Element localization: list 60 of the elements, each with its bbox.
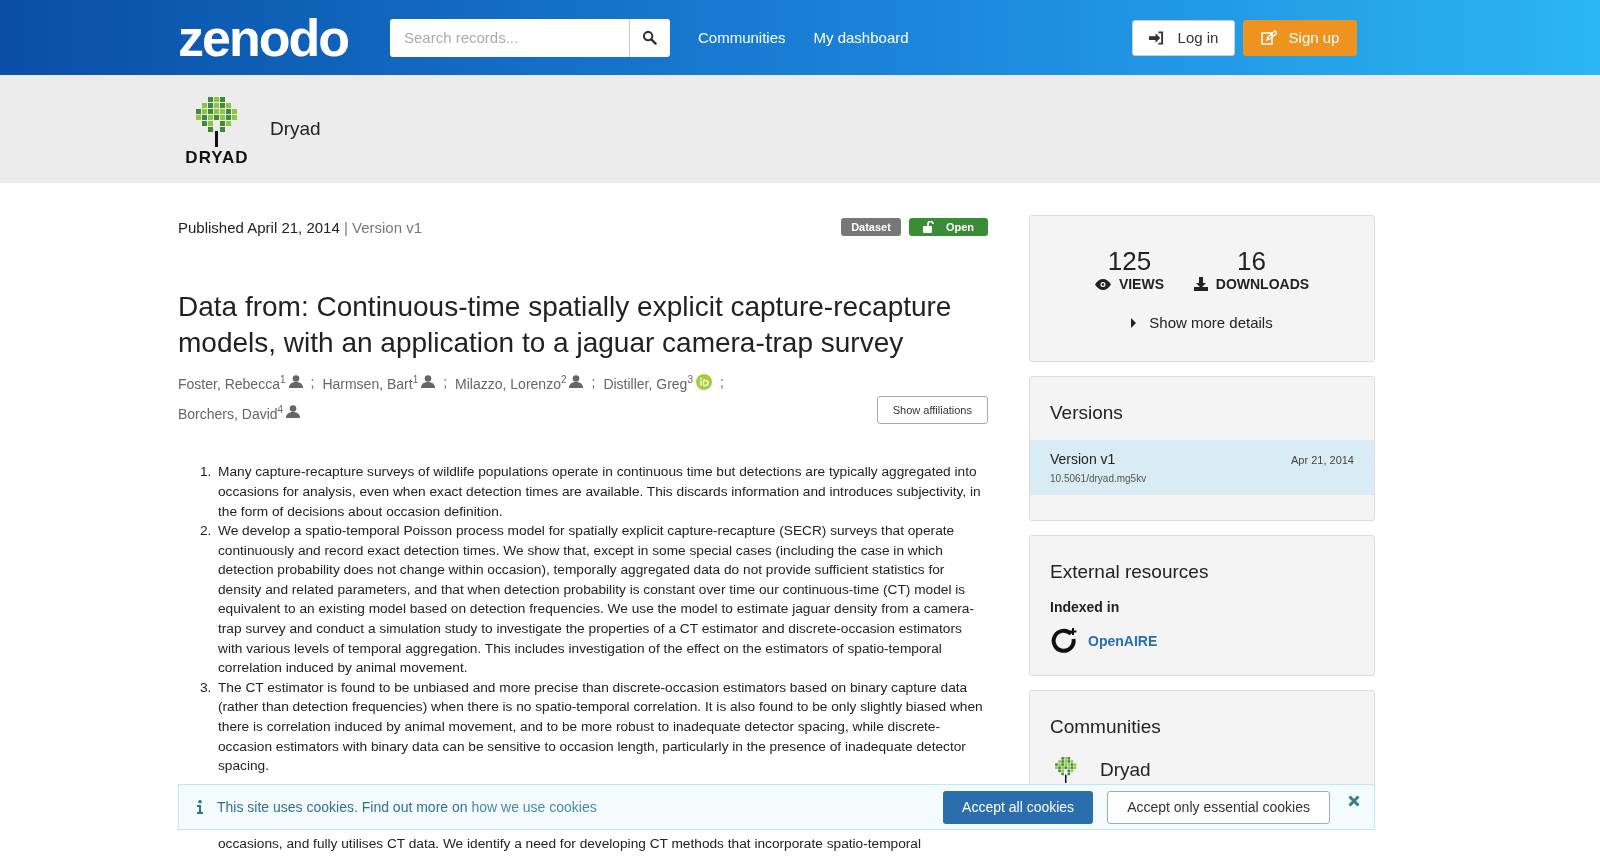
search-button[interactable]	[629, 18, 670, 57]
login-button[interactable]: Log in	[1132, 19, 1235, 56]
abstract-paragraph: occasions, and fully utilises CT data. We identify a need for developing CT methods that incorporate spatio-temporal	[218, 834, 922, 853]
show-more-details-link[interactable]: Show more details	[1050, 314, 1354, 331]
dryad-logo[interactable]: DRYAD	[178, 92, 256, 166]
author-name[interactable]: Distiller, Greg$^{3}$	[603, 369, 693, 395]
sign-in-icon	[1148, 30, 1164, 45]
list-number: 1.	[200, 464, 212, 480]
person-icon	[288, 375, 303, 389]
author-separator: ;	[310, 372, 315, 392]
version-row[interactable]: Version v1 Apr 21, 2014 10.5061/dryad.mg5kv	[1030, 440, 1374, 495]
community-link[interactable]: Dryad	[1100, 759, 1151, 781]
stat-value: 16	[1236, 246, 1266, 276]
accept-all-button[interactable]: Accept all cookies	[943, 790, 1094, 824]
author-separator: ;	[719, 372, 724, 392]
search-icon	[642, 30, 658, 45]
author-name[interactable]: Milazzo, Lorenzo$^{2}$	[455, 369, 567, 395]
person-icon	[421, 375, 436, 389]
publication-date: Published April 21, 2014 | Version v1	[178, 219, 423, 236]
openaire-logo-icon	[1050, 627, 1078, 655]
show-affiliations-button[interactable]: Show affiliations	[876, 396, 988, 425]
stat-label: DOWNLOADS	[1215, 276, 1310, 292]
cookie-policy-link[interactable]: how we use cookies	[471, 799, 597, 815]
author-separator: ;	[591, 372, 596, 392]
nav-link[interactable]: Communities	[698, 29, 786, 46]
author-separator: ;	[443, 372, 448, 392]
stat-label: VIEWS	[1118, 276, 1164, 292]
unlock-icon	[922, 220, 934, 233]
edit-icon	[1260, 30, 1277, 45]
abstract-paragraph: The CT estimator is found to be unbiased and more precise than discrete-occasion estimators based on binary capture data (rather than detection frequencies) when there is no spatio-temporal correlation. It is also found to be only slightly biased when there is correlation induced by animal movement, and to be more robust to inadequate detector spacing, while discrete-occasion estimators with binary data can be sensitive to occasion length, particularly in the presence of inadequate detector spacing.	[218, 678, 984, 776]
access-badge: Open	[908, 217, 988, 236]
download-icon	[1193, 277, 1208, 291]
card-title: External resources	[1049, 560, 1210, 584]
author-name[interactable]: Borchers, David$^{4}$	[178, 398, 284, 425]
openaire-link[interactable]: OpenAIRE	[1088, 633, 1158, 649]
list-number: 3.	[200, 679, 212, 695]
stat-value: 125	[1107, 246, 1152, 276]
accept-essential-button[interactable]: Accept only essential cookies	[1107, 790, 1330, 824]
card-title: Versions	[1049, 401, 1124, 425]
community-name[interactable]: Dryad	[270, 118, 321, 140]
author-name[interactable]: Foster, Rebecca$^{1}$	[178, 369, 286, 395]
logo-text: DRYAD	[185, 148, 249, 166]
eye-icon	[1094, 278, 1111, 290]
abstract-paragraph: We develop a spatio-temporal Poisson process model for spatially explicit capture-recapture (SECR) surveys that operate continuously and record exact detection times. We show that, except in some special cases (including the case in which detection probability does not change within occasion), temporally aggregated data do not provide sufficient statistics for density and related parameters, and that when detection probability is constant over time our continuous-time (CT) model is equivalent to an existing model based on detection frequencies. We use the model to estimate jaguar density from a camera-trap survey and conduct a simulation study to investigate the properties of a CT estimator and discrete-occasion estimators with various levels of temporal aggregation. This includes investigation of the effect on the estimators of spatio-temporal correlation induced by animal movement.	[218, 522, 976, 678]
zenodo-logo[interactable]: zenodo	[178, 11, 348, 64]
author-name[interactable]: Harmsen, Bart$^{1}$	[322, 369, 419, 395]
abstract-paragraph: Many capture-recapture surveys of wildlife populations operate in continuous time but detections are typically aggregated into occasions for analysis, even when exact detection times are available. This discards information and introduces subjectivity, in the form of decisions about occasion definition.	[218, 463, 982, 521]
record-title: Data from: Continuous-time spatially explicit capture-recapture models, with an application to a jaguar camera-trap survey	[178, 290, 953, 360]
info-icon	[197, 800, 203, 814]
caret-right-icon	[1131, 317, 1138, 328]
person-icon	[569, 375, 584, 389]
nav-link[interactable]: My dashboard	[813, 29, 909, 46]
close-icon[interactable]	[1348, 795, 1360, 807]
cookie-notice: This site uses cookies. Find out more on how we use cookies	[217, 799, 597, 815]
card-title: Communities	[1049, 715, 1162, 739]
indexed-in-label: Indexed in	[1049, 599, 1121, 615]
type-badge: Dataset	[841, 217, 901, 236]
person-icon	[286, 405, 301, 418]
search-field[interactable]: Search records...	[390, 18, 629, 57]
list-number: 2.	[200, 523, 212, 539]
